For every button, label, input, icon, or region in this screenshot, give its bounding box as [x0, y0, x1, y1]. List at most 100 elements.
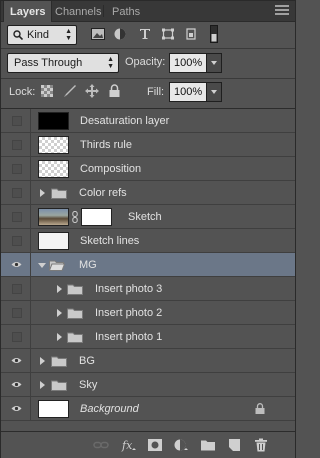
layer-row[interactable]: Sketch lines [1, 229, 295, 253]
expand-arrow-icon[interactable] [40, 189, 45, 197]
layer-name[interactable]: Desaturation layer [80, 109, 169, 132]
layer-name[interactable]: Sketch [128, 205, 162, 228]
image-filter-icon[interactable] [91, 28, 105, 40]
tab-layers[interactable]: Layers [3, 1, 53, 22]
group-name[interactable]: MG [79, 253, 97, 276]
layer-mask-thumbnail[interactable] [81, 208, 112, 226]
divider [1, 78, 295, 79]
lock-image-icon[interactable] [63, 84, 77, 98]
filter-kind-dropdown[interactable]: Kind ▲ ▼ [7, 25, 77, 45]
smart-object-filter-icon[interactable] [184, 28, 198, 40]
group-row[interactable]: BG [1, 349, 295, 373]
visibility-toggle[interactable] [1, 133, 31, 156]
layer-thumbnail [38, 400, 69, 418]
layer-name[interactable]: Thirds rule [80, 133, 132, 156]
visibility-toggle[interactable] [1, 397, 31, 420]
adjustment-layer-icon[interactable] [173, 438, 189, 452]
group-row-selected[interactable]: MG [1, 253, 295, 277]
lock-all-icon[interactable] [109, 84, 120, 97]
collapse-arrow-icon[interactable] [38, 263, 46, 268]
fill-field[interactable]: 100% [169, 82, 207, 102]
layer-thumbnail [38, 112, 69, 130]
visibility-toggle[interactable] [1, 301, 31, 324]
folder-icon [67, 308, 83, 319]
blend-mode-dropdown[interactable]: Pass Through ▲ ▼ [7, 53, 119, 73]
adjustment-filter-icon[interactable] [113, 28, 127, 40]
filter-toggle-icon[interactable] [210, 25, 218, 43]
visibility-toggle[interactable] [1, 109, 31, 132]
chain-link-icon[interactable] [72, 211, 78, 223]
expand-arrow-icon[interactable] [57, 285, 62, 293]
group-name[interactable]: Color refs [79, 181, 127, 204]
opacity-field[interactable]: 100% [169, 53, 207, 73]
visibility-off-box [12, 212, 22, 222]
visibility-toggle[interactable] [1, 229, 31, 252]
lock-label: Lock: [9, 86, 36, 98]
group-name[interactable]: Insert photo 1 [95, 325, 162, 348]
group-row[interactable]: Insert photo 2 [1, 301, 295, 325]
fx-icon[interactable]: fx [121, 438, 137, 452]
lock-position-icon[interactable] [85, 84, 99, 98]
folder-icon [67, 284, 83, 295]
group-row[interactable]: Color refs [1, 181, 295, 205]
layer-name[interactable]: Composition [80, 157, 141, 180]
expand-arrow-icon[interactable] [40, 357, 45, 365]
add-mask-icon[interactable] [147, 438, 163, 452]
type-filter-icon[interactable] [138, 28, 152, 40]
panel-menu-icon[interactable] [275, 5, 289, 17]
layer-thumbnail [38, 232, 69, 250]
group-name[interactable]: Sky [79, 373, 97, 396]
visibility-off-box [12, 164, 22, 174]
folder-icon [51, 188, 67, 199]
visibility-off-box [12, 308, 22, 318]
expand-arrow-icon[interactable] [40, 381, 45, 389]
expand-arrow-icon[interactable] [57, 333, 62, 341]
eye-icon [11, 406, 22, 411]
visibility-toggle[interactable] [1, 349, 31, 372]
new-layer-icon[interactable] [226, 438, 242, 452]
layer-row[interactable]: Desaturation layer [1, 109, 295, 133]
updown-arrows-icon: ▲ ▼ [107, 56, 114, 70]
shape-filter-icon[interactable] [161, 28, 175, 40]
layer-row[interactable]: Composition [1, 157, 295, 181]
folder-icon [51, 356, 67, 367]
visibility-toggle[interactable] [1, 373, 31, 396]
blend-mode-value: Pass Through [14, 57, 83, 69]
background-layer-row[interactable]: Background [1, 397, 295, 421]
group-name[interactable]: BG [79, 349, 95, 372]
delete-layer-icon[interactable] [253, 438, 269, 452]
link-layers-icon[interactable] [93, 438, 109, 452]
group-row[interactable]: Insert photo 3 [1, 277, 295, 301]
divider [1, 48, 295, 49]
layer-row[interactable]: Sketch [1, 205, 295, 229]
layers-footer: fx [1, 431, 295, 458]
visibility-toggle[interactable] [1, 181, 31, 204]
group-name[interactable]: Insert photo 2 [95, 301, 162, 324]
visibility-toggle[interactable] [1, 277, 31, 300]
visibility-off-box [12, 284, 22, 294]
tab-paths[interactable]: Paths [106, 1, 146, 21]
visibility-toggle[interactable] [1, 205, 31, 228]
visibility-toggle[interactable] [1, 325, 31, 348]
group-row[interactable]: Sky [1, 373, 295, 397]
layer-name[interactable]: Sketch lines [80, 229, 139, 252]
group-name[interactable]: Insert photo 3 [95, 277, 162, 300]
layer-name[interactable]: Background [80, 397, 139, 420]
visibility-toggle[interactable] [1, 157, 31, 180]
updown-arrows-icon: ▲ ▼ [65, 28, 72, 42]
visibility-off-box [12, 140, 22, 150]
fill-slider-button[interactable] [206, 82, 222, 102]
opacity-slider-button[interactable] [206, 53, 222, 73]
group-row[interactable]: Insert photo 1 [1, 325, 295, 349]
new-group-icon[interactable] [200, 438, 216, 452]
filter-kind-label: Kind [27, 29, 50, 41]
visibility-off-box [12, 188, 22, 198]
lock-transparent-icon[interactable] [41, 85, 53, 97]
visibility-toggle[interactable] [1, 253, 31, 276]
open-folder-icon [49, 260, 65, 271]
expand-arrow-icon[interactable] [57, 309, 62, 317]
lock-icon [255, 403, 265, 414]
layer-row[interactable]: Thirds rule [1, 133, 295, 157]
svg-text:fx: fx [121, 439, 133, 452]
tab-channels[interactable]: Channels [49, 1, 107, 21]
